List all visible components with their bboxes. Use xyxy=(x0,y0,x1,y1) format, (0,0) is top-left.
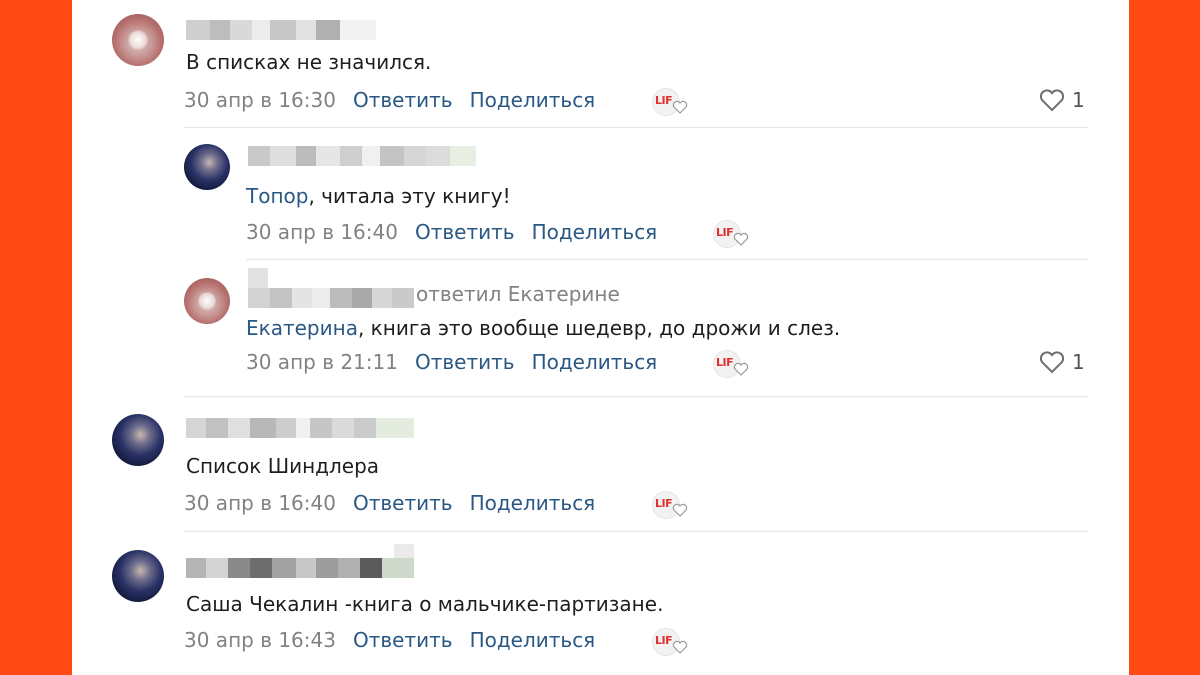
comment-text-body: Саша Чекалин -книга о мальчике-партизане… xyxy=(186,592,664,616)
comment-date[interactable]: 30 апр в 16:40 xyxy=(246,220,398,244)
heart-outline-icon xyxy=(672,100,688,114)
mention-link[interactable]: Екатерина xyxy=(246,316,358,340)
comment-meta: 30 апр в 16:43 Ответить Поделиться xyxy=(184,628,595,652)
comment-text: Саша Чекалин -книга о мальчике-партизане… xyxy=(186,592,663,616)
reply-button[interactable]: Ответить xyxy=(415,220,515,244)
reaction-button[interactable]: LIF xyxy=(652,88,688,116)
heart-outline-icon xyxy=(733,362,749,376)
reply-button[interactable]: Ответить xyxy=(353,491,453,515)
comment-text-body: , читала эту книгу! xyxy=(308,184,511,208)
author-name-blurred[interactable] xyxy=(248,288,414,308)
reply-button[interactable]: Ответить xyxy=(353,88,453,112)
like-count: 1 xyxy=(1072,350,1085,374)
share-button[interactable]: Поделиться xyxy=(470,628,596,652)
comment-text-body: Список Шиндлера xyxy=(186,454,380,478)
comment-date[interactable]: 30 апр в 21:11 xyxy=(246,350,398,374)
mention-link[interactable]: Топор xyxy=(246,184,308,208)
author-name-blurred-extra xyxy=(248,268,268,288)
reaction-button[interactable]: LIF xyxy=(652,628,688,656)
author-name-blurred[interactable] xyxy=(186,20,376,40)
reply-button[interactable]: Ответить xyxy=(353,628,453,652)
avatar[interactable] xyxy=(112,14,164,66)
comment-meta: 30 апр в 21:11 Ответить Поделиться xyxy=(246,350,657,374)
heart-outline-icon xyxy=(672,640,688,654)
like-button[interactable]: 1 xyxy=(1038,350,1085,374)
reaction-badge-label: LIF xyxy=(655,634,673,647)
reaction-button[interactable]: LIF xyxy=(713,220,749,248)
comment-meta: 30 апр в 16:40 Ответить Поделиться xyxy=(246,220,657,244)
comment-text: Екатерина, книга это вообще шедевр, до д… xyxy=(246,316,840,340)
author-name-blurred[interactable] xyxy=(186,558,414,578)
share-button[interactable]: Поделиться xyxy=(532,350,658,374)
comment-date[interactable]: 30 апр в 16:40 xyxy=(184,491,336,515)
divider xyxy=(184,396,1088,397)
comment-meta: 30 апр в 16:30 Ответить Поделиться xyxy=(184,88,595,112)
comment-meta: 30 апр в 16:40 Ответить Поделиться xyxy=(184,491,595,515)
comment-text-body: , книга это вообще шедевр, до дрожи и сл… xyxy=(357,316,841,340)
comment-date[interactable]: 30 апр в 16:43 xyxy=(184,628,336,652)
heart-outline-icon xyxy=(672,503,688,517)
author-name-blurred[interactable] xyxy=(186,418,414,438)
comment-text: В списках не значился. xyxy=(186,50,431,74)
comments-panel: В списках не значился. 30 апр в 16:30 От… xyxy=(72,0,1129,675)
reaction-button[interactable]: LIF xyxy=(652,491,688,519)
share-button[interactable]: Поделиться xyxy=(470,491,596,515)
reaction-badge-label: LIF xyxy=(655,497,673,510)
heart-icon xyxy=(1039,89,1065,112)
divider xyxy=(184,127,1088,128)
reaction-button[interactable]: LIF xyxy=(713,350,749,378)
reply-button[interactable]: Ответить xyxy=(415,350,515,374)
reaction-badge-label: LIF xyxy=(716,356,734,369)
avatar[interactable] xyxy=(112,414,164,466)
like-count: 1 xyxy=(1072,88,1085,112)
heart-outline-icon xyxy=(733,232,749,246)
divider xyxy=(184,531,1088,532)
comment-text: Топор, читала эту книгу! xyxy=(246,184,511,208)
author-name-blurred[interactable] xyxy=(248,146,476,166)
comment-date[interactable]: 30 апр в 16:30 xyxy=(184,88,336,112)
reaction-badge-label: LIF xyxy=(716,226,734,239)
comment-text: Список Шиндлера xyxy=(186,454,379,478)
heart-icon xyxy=(1039,351,1065,374)
avatar[interactable] xyxy=(112,550,164,602)
avatar[interactable] xyxy=(184,278,230,324)
author-name-blurred-extra xyxy=(394,544,414,558)
reaction-badge-label: LIF xyxy=(655,94,673,107)
like-button[interactable]: 1 xyxy=(1038,88,1085,112)
share-button[interactable]: Поделиться xyxy=(532,220,658,244)
comment-text-body: В списках не значился. xyxy=(186,50,432,74)
share-button[interactable]: Поделиться xyxy=(470,88,596,112)
divider xyxy=(246,259,1088,260)
reply-to-label[interactable]: ответил Екатерине xyxy=(416,282,620,306)
avatar[interactable] xyxy=(184,144,230,190)
